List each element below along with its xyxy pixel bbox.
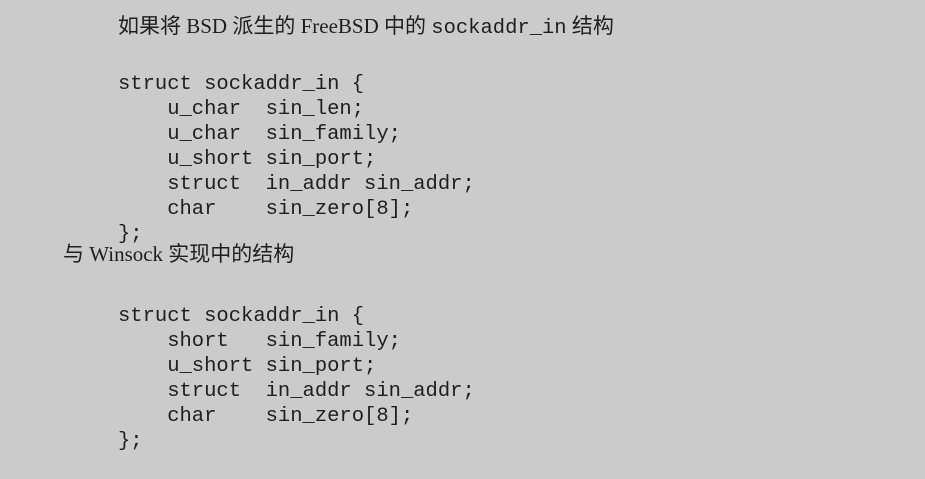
code-line: char sin_zero[8]; (118, 405, 414, 428)
intro-paragraph: 如果将 BSD 派生的 FreeBSD 中的 sockaddr_in 结构 (118, 13, 614, 42)
code-line: struct in_addr sin_addr; (118, 173, 475, 196)
intro-code: sockaddr_in (431, 17, 567, 40)
winsock-struct-code: struct sockaddr_in { short sin_family; u… (118, 279, 475, 479)
compare-paragraph: 与 Winsock 实现中的结构 (63, 242, 295, 266)
code-line: char sin_zero[8]; (118, 198, 414, 221)
bsd-struct-code: struct sockaddr_in { u_char sin_len; u_c… (118, 47, 475, 272)
code-line: }; (118, 430, 143, 453)
intro-prefix: 如果将 BSD 派生的 FreeBSD 中的 (118, 14, 432, 38)
code-line: u_short sin_port; (118, 148, 377, 171)
code-line: u_short sin_port; (118, 355, 377, 378)
code-line: u_char sin_len; (118, 98, 365, 121)
intro-suffix: 结构 (566, 14, 614, 38)
code-line: struct in_addr sin_addr; (118, 380, 475, 403)
code-line: u_char sin_family; (118, 123, 401, 146)
code-line: short sin_family; (118, 330, 401, 353)
code-line: struct sockaddr_in { (118, 73, 365, 96)
code-line: struct sockaddr_in { (118, 305, 365, 328)
